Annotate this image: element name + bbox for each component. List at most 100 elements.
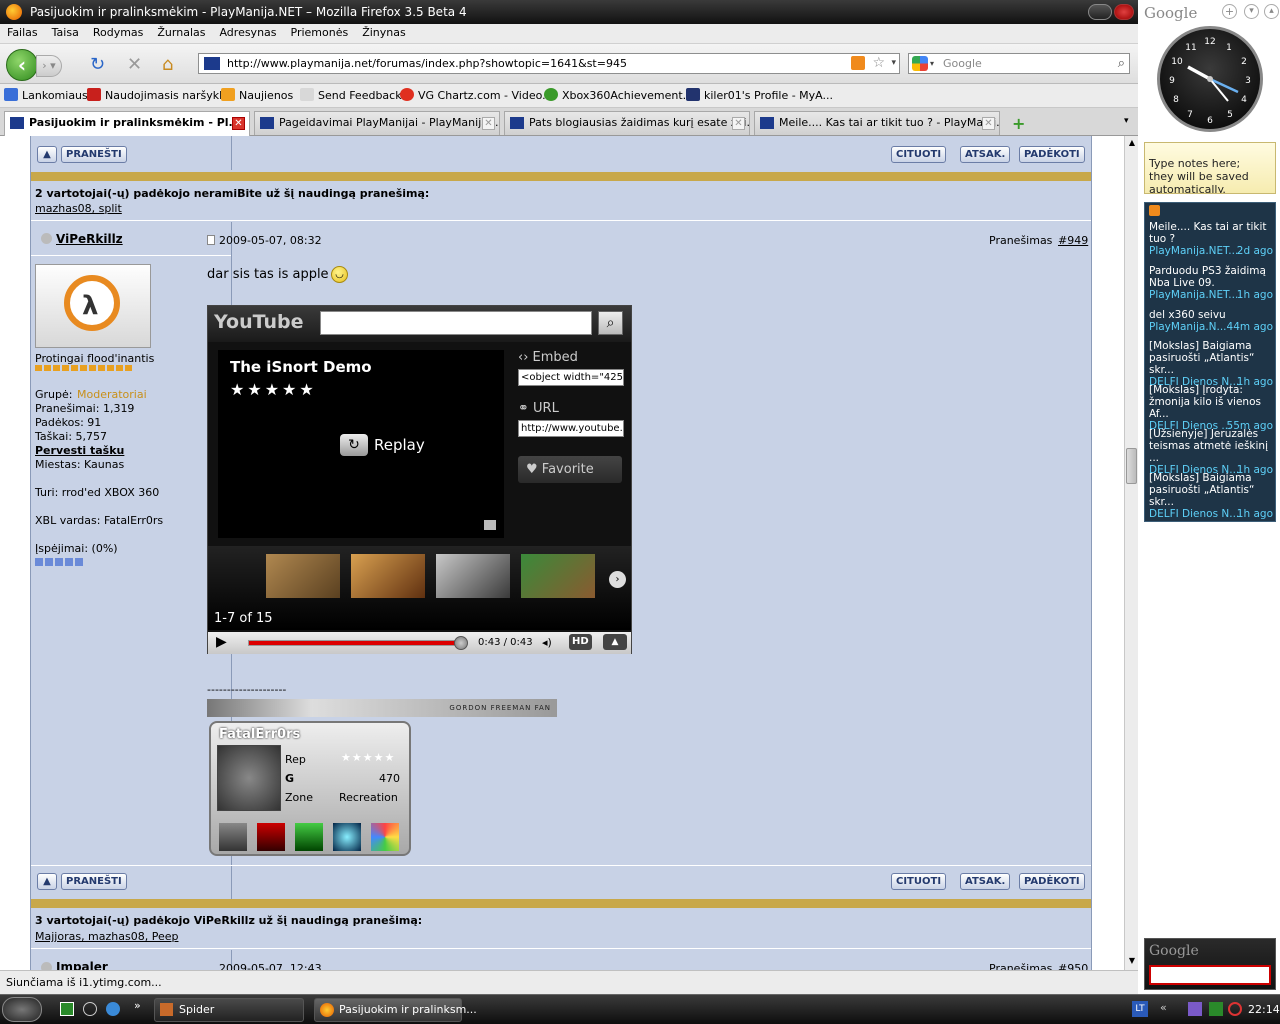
notes-gadget[interactable]: Type notes here; they will be saved auto… bbox=[1144, 142, 1276, 194]
tray-expand-icon[interactable]: « bbox=[1160, 1001, 1167, 1014]
post-number-link-2[interactable]: #950 bbox=[1058, 962, 1088, 970]
bookmark-vgchartz[interactable]: VG Chartz.com - Video... bbox=[400, 88, 553, 104]
ie-icon[interactable] bbox=[106, 1002, 120, 1016]
menu-taisa[interactable]: Taisa bbox=[45, 24, 86, 42]
youtube-search-input[interactable] bbox=[320, 311, 592, 335]
related-thumb-3[interactable] bbox=[436, 554, 510, 598]
menu-failas[interactable]: Failas bbox=[0, 24, 45, 42]
notes-text[interactable]: Type notes here; they will be saved auto… bbox=[1149, 157, 1249, 193]
post-author[interactable]: ViPeRkillz bbox=[56, 232, 123, 246]
google-gadget-input[interactable] bbox=[1149, 965, 1271, 985]
taskbar-spider[interactable]: Spider bbox=[154, 998, 304, 1022]
tab-pageidavimai[interactable]: Pageidavimai PlayManijai - PlayManija...… bbox=[254, 111, 500, 135]
close-tab-icon[interactable]: ✕ bbox=[232, 117, 245, 130]
minimize-button[interactable] bbox=[1088, 4, 1112, 20]
youtube-player[interactable]: YouTube ⌕ The iSnort Demo ★★★★★ ↻ Replay… bbox=[207, 305, 632, 654]
post-number-link[interactable]: #949 bbox=[1058, 234, 1088, 247]
menu-rodymas[interactable]: Rodymas bbox=[86, 24, 151, 42]
rss-icon[interactable] bbox=[851, 56, 865, 70]
add-gadget-icon[interactable]: + bbox=[1222, 4, 1237, 19]
tab-pasijuokim[interactable]: Pasijuokim ir pralinksmėkim - Pl... ✕ bbox=[4, 111, 250, 136]
feed-item[interactable]: [Mokslas] Baigiama pasiruošti „Atlantis“… bbox=[1149, 340, 1275, 388]
bookmark-naujienos[interactable]: Naujienos bbox=[221, 88, 293, 104]
bookmark-star-icon[interactable]: ☆ bbox=[872, 54, 885, 73]
sidebar-menu-icon[interactable]: ▾ bbox=[1244, 4, 1259, 19]
sidebar-scroll-icon[interactable]: ▴ bbox=[1264, 4, 1279, 19]
language-indicator[interactable]: LT bbox=[1132, 1001, 1148, 1017]
search-magnifier-icon[interactable]: ⌕ bbox=[1118, 54, 1125, 73]
menu-zurnalas[interactable]: Žurnalas bbox=[150, 24, 212, 42]
expand-icon[interactable]: ▲ bbox=[603, 634, 627, 650]
bookmark-myavatar[interactable]: kiler01's Profile - MyA... bbox=[686, 88, 833, 104]
reply-button[interactable]: ATSAK. bbox=[960, 146, 1011, 163]
thanks-users-2[interactable]: Majjoras, mazhas08, Peep bbox=[35, 930, 178, 943]
post-author-2[interactable]: Impaler bbox=[56, 960, 108, 970]
bookmark-lankomiausi[interactable]: Lankomiausi bbox=[4, 88, 91, 104]
more-quicklaunch-icon[interactable]: » bbox=[134, 999, 141, 1012]
tab-list-icon[interactable]: ▾ bbox=[1124, 116, 1129, 126]
bookmark-xbox360achievements[interactable]: Xbox360Achievement... bbox=[544, 88, 693, 104]
taskbar-firefox[interactable]: Pasijuokim ir pralinksm... bbox=[314, 998, 477, 1022]
close-tab-icon[interactable]: ✕ bbox=[482, 117, 495, 130]
tab-meile[interactable]: Meile.... Kas tai ar tikit tuo ? - PlayM… bbox=[754, 111, 1000, 135]
quicklaunch-app-icon[interactable] bbox=[60, 1002, 74, 1016]
up-arrow-button[interactable]: ▲ bbox=[37, 146, 57, 163]
feed-item[interactable]: del x360 seivu PlayManija.N... 44m ago bbox=[1149, 309, 1275, 333]
tab-pats-blogiausias[interactable]: Pats blogiausias žaidimas kurį esate žai… bbox=[504, 111, 750, 135]
thanks-users[interactable]: mazhas08, split bbox=[35, 202, 122, 215]
tray-sync-icon[interactable] bbox=[1228, 1002, 1242, 1016]
tray-network-icon[interactable] bbox=[1188, 1002, 1202, 1016]
close-window-button[interactable] bbox=[1114, 4, 1134, 20]
report-button[interactable]: PRANEŠTI bbox=[61, 146, 127, 163]
replay-label[interactable]: Replay bbox=[374, 436, 425, 454]
quote-button[interactable]: CITUOTI bbox=[891, 873, 947, 890]
search-box[interactable]: ▾ Google ⌕ bbox=[908, 53, 1130, 74]
game-icon-halo[interactable] bbox=[333, 823, 361, 851]
favorite-button[interactable]: ♥ Favorite bbox=[518, 456, 622, 483]
volume-icon[interactable]: ◂) bbox=[542, 636, 552, 649]
up-arrow-button[interactable]: ▲ bbox=[37, 873, 57, 890]
play-icon[interactable]: ▶ bbox=[216, 634, 227, 650]
stop-icon[interactable]: ✕ bbox=[127, 56, 142, 74]
next-related-icon[interactable]: › bbox=[609, 571, 626, 588]
forward-button[interactable]: › ▾ bbox=[36, 55, 62, 77]
transfer-points-link[interactable]: Pervesti tašku bbox=[35, 444, 124, 457]
menu-zinynas[interactable]: Žinynas bbox=[355, 24, 413, 42]
replay-icon[interactable]: ↻ bbox=[340, 434, 368, 456]
game-icon-color[interactable] bbox=[371, 823, 399, 851]
quicklaunch-clock-icon[interactable] bbox=[83, 1002, 97, 1016]
game-icon-forza[interactable] bbox=[295, 823, 323, 851]
bookmark-naudojimasis[interactable]: Naudojimasis naršykle bbox=[87, 88, 229, 104]
home-icon[interactable]: ⌂ bbox=[162, 56, 173, 74]
google-engine-icon[interactable] bbox=[912, 56, 928, 71]
thank-button[interactable]: PADĖKOTI bbox=[1019, 146, 1085, 163]
feed-item[interactable]: Parduodu PS3 žaidimą Nba Live 09. PlayMan… bbox=[1149, 265, 1275, 301]
game-icon-callofduty[interactable] bbox=[219, 823, 247, 851]
feed-item[interactable]: [Užsienyje] Jeruzalės teismas atmetė ieš… bbox=[1149, 428, 1275, 476]
video-url-field[interactable]: http://www.youtube. bbox=[518, 420, 624, 437]
start-button[interactable] bbox=[2, 997, 42, 1022]
address-bar[interactable]: http://www.playmanija.net/forumas/index.… bbox=[198, 53, 900, 74]
quote-button[interactable]: CITUOTI bbox=[891, 146, 947, 163]
new-tab-icon[interactable]: + bbox=[1012, 114, 1025, 133]
progress-track[interactable] bbox=[248, 640, 464, 646]
feed-item[interactable]: Meile.... Kas tai ar tikit tuo ? PlayMani… bbox=[1149, 221, 1275, 257]
scroll-thumb[interactable] bbox=[1126, 448, 1137, 484]
youtube-search-icon[interactable]: ⌕ bbox=[598, 311, 623, 335]
tray-app-icon[interactable] bbox=[1209, 1002, 1223, 1016]
progress-handle[interactable] bbox=[454, 636, 468, 650]
reload-icon[interactable]: ↻ bbox=[90, 56, 105, 74]
back-button[interactable]: ‹ bbox=[6, 49, 38, 81]
related-thumb-4[interactable] bbox=[521, 554, 595, 598]
thank-button[interactable]: PADĖKOTI bbox=[1019, 873, 1085, 890]
bookmark-send-feedback[interactable]: Send Feedback bbox=[300, 88, 402, 104]
gamercard[interactable]: FatalErr0rs Rep ★★★★★ G 470 Zone Recreat… bbox=[209, 721, 411, 856]
clock-gadget[interactable]: 12 1 2 3 4 5 6 7 8 9 10 11 bbox=[1157, 26, 1263, 132]
feed-item[interactable]: [Mokslas] Įrodyta: žmonija kilo iš vieno… bbox=[1149, 384, 1275, 432]
close-tab-icon[interactable]: ✕ bbox=[982, 117, 995, 130]
scroll-down-icon[interactable]: ▼ bbox=[1127, 956, 1137, 966]
fullscreen-icon[interactable] bbox=[484, 520, 496, 530]
related-thumb-2[interactable] bbox=[351, 554, 425, 598]
game-icon-gears[interactable] bbox=[257, 823, 285, 851]
page-scrollbar[interactable]: ▲ ▼ bbox=[1124, 136, 1138, 970]
